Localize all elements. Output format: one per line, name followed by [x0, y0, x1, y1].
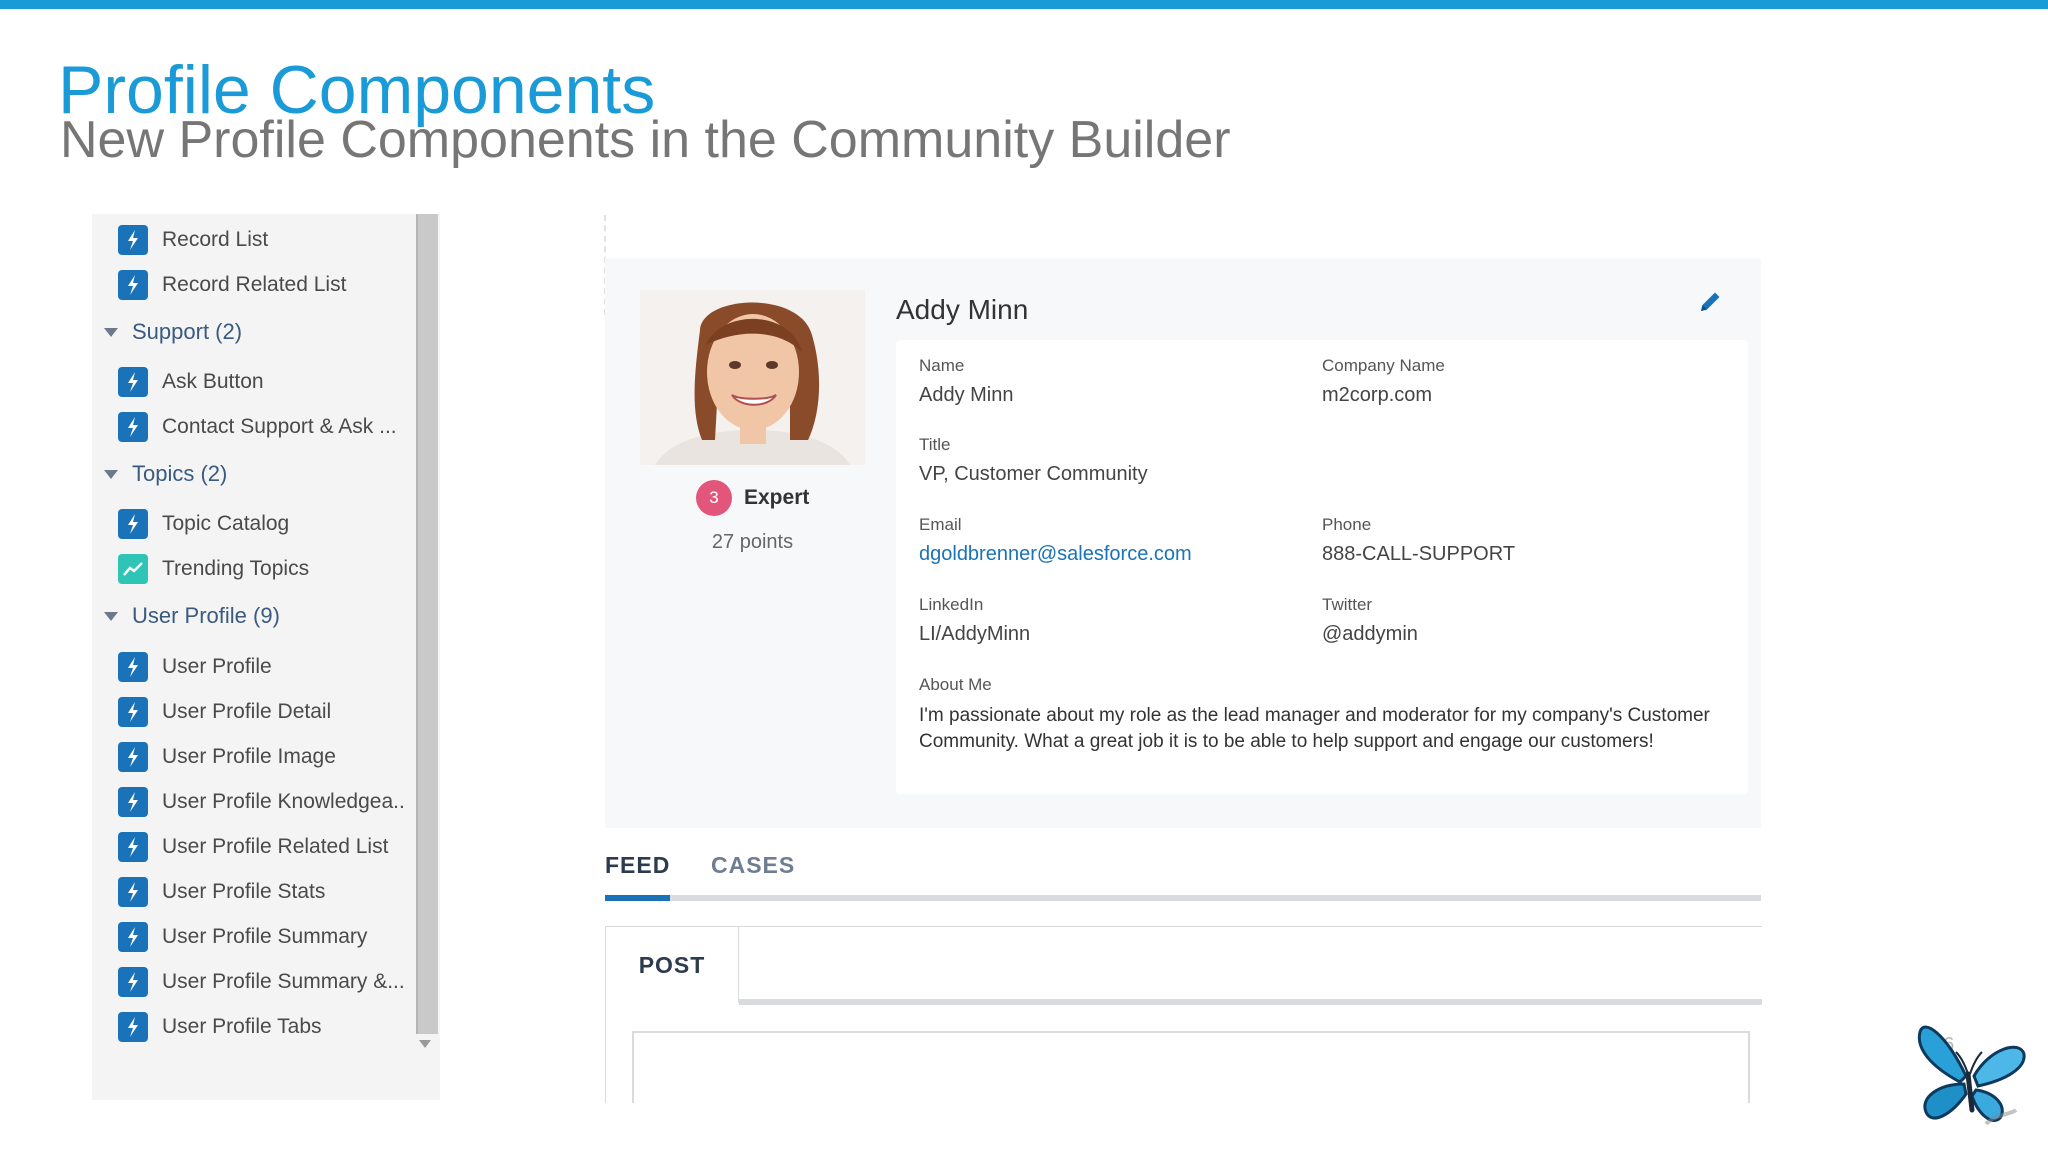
lightning-icon [118, 225, 148, 255]
sidebar-item-label: Topic Catalog [162, 512, 290, 535]
component-ask-button[interactable]: Ask Button [118, 366, 264, 398]
group-label: User Profile (9) [132, 603, 280, 628]
linkedin-label: LinkedIn [919, 595, 984, 614]
component-sidebar: Record List Record Related List Support … [92, 214, 440, 1100]
component-user-profile-summary-and[interactable]: User Profile Summary &... [118, 966, 405, 998]
reputation-badge: 3 Expert [696, 480, 809, 516]
component-user-profile-stats[interactable]: User Profile Stats [118, 876, 325, 908]
name-value: Addy Minn [919, 384, 1014, 406]
badge-level: 3 [696, 480, 732, 516]
reputation-points: 27 points [711, 531, 794, 553]
component-user-profile-detail[interactable]: User Profile Detail [118, 696, 331, 728]
twitter-label: Twitter [1322, 595, 1373, 614]
phone-label: Phone [1322, 515, 1372, 534]
linkedin-value: LI/AddyMinn [919, 623, 1031, 645]
tab-underline [605, 895, 1761, 901]
lightning-icon [118, 412, 148, 442]
chevron-down-icon [104, 469, 118, 479]
component-contact-support[interactable]: Contact Support & Ask ... [118, 411, 397, 443]
sidebar-item-label: User Profile Summary &... [162, 970, 405, 993]
sidebar-item-label: User Profile Tabs [162, 1015, 322, 1038]
component-record-list[interactable]: Record List [118, 224, 268, 256]
component-user-profile-knowledgeable[interactable]: User Profile Knowledgea.. [118, 786, 405, 818]
publisher: POST [605, 926, 1762, 1103]
post-input[interactable] [632, 1031, 1750, 1103]
component-trending-topics[interactable]: Trending Topics [118, 553, 309, 585]
component-user-profile-tabs[interactable]: User Profile Tabs [118, 1011, 322, 1043]
company-label: Company Name [1322, 356, 1445, 375]
component-topic-catalog[interactable]: Topic Catalog [118, 508, 289, 540]
company-value: m2corp.com [1322, 384, 1433, 406]
title-value: VP, Customer Community [919, 463, 1148, 485]
email-link[interactable]: dgoldbrenner@salesforce.com [919, 543, 1192, 566]
sidebar-item-label: Record Related List [162, 273, 347, 296]
lightning-icon [118, 922, 148, 952]
lightning-icon [118, 509, 148, 539]
profile-photo [640, 290, 865, 465]
slide-subtitle: New Profile Components in the Community … [60, 111, 1231, 169]
sidebar-item-label: Contact Support & Ask ... [162, 415, 397, 438]
lightning-icon [118, 270, 148, 300]
group-topics[interactable]: Topics (2) [102, 458, 227, 490]
sidebar-item-label: User Profile Detail [162, 700, 332, 723]
component-record-related-list[interactable]: Record Related List [118, 269, 346, 301]
component-user-profile-image[interactable]: User Profile Image [118, 741, 336, 773]
pencil-icon[interactable] [1696, 288, 1724, 316]
title-label: Title [919, 435, 951, 454]
component-user-profile[interactable]: User Profile [118, 651, 272, 683]
post-tab[interactable]: POST [606, 927, 739, 1003]
about-value: I'm passionate about my role as the lead… [919, 705, 1710, 752]
sidebar-scrollbar[interactable] [416, 214, 438, 1034]
lightning-icon [118, 787, 148, 817]
butterfly-logo [1916, 1014, 2028, 1130]
sidebar-item-label: User Profile Image [162, 745, 336, 768]
email-label: Email [919, 515, 962, 534]
name-label: Name [919, 356, 965, 375]
sidebar-item-label: Record List [162, 228, 269, 251]
group-label: Support (2) [132, 319, 243, 344]
lightning-icon [118, 1012, 148, 1042]
profile-name: Addy Minn [896, 294, 1029, 325]
sidebar-item-label: User Profile Knowledgea.. [162, 790, 405, 813]
sidebar-item-label: Ask Button [162, 370, 264, 393]
badge-label: Expert [744, 486, 810, 509]
sidebar-item-label: Trending Topics [162, 557, 310, 580]
sidebar-item-label: User Profile Stats [162, 880, 326, 903]
component-user-profile-summary[interactable]: User Profile Summary [118, 921, 367, 953]
lightning-icon [118, 652, 148, 682]
chevron-down-icon [104, 611, 118, 621]
scroll-down-arrow-icon[interactable] [419, 1040, 431, 1048]
sidebar-item-label: User Profile [162, 655, 272, 678]
about-label: About Me [919, 675, 992, 694]
tab-cases[interactable]: CASES [711, 852, 795, 879]
sidebar-item-label: User Profile Related List [162, 835, 389, 858]
publisher-tab-strip [739, 999, 1762, 1005]
twitter-value: @addymin [1322, 623, 1418, 645]
lightning-icon [118, 367, 148, 397]
lightning-icon [118, 877, 148, 907]
tab-feed[interactable]: FEED [605, 852, 670, 879]
chevron-down-icon [104, 327, 118, 337]
group-support[interactable]: Support (2) [102, 316, 242, 348]
sidebar-item-label: User Profile Summary [162, 925, 368, 948]
lightning-icon [118, 832, 148, 862]
top-accent-bar [0, 0, 2048, 9]
active-tab-indicator [605, 895, 670, 901]
lightning-icon [118, 967, 148, 997]
component-user-profile-related-list[interactable]: User Profile Related List [118, 831, 388, 863]
lightning-icon [118, 697, 148, 727]
group-label: Topics (2) [132, 461, 228, 486]
phone-value: 888-CALL-SUPPORT [1322, 543, 1516, 565]
lightning-icon [118, 742, 148, 772]
trending-chart-icon [118, 554, 148, 584]
group-user-profile[interactable]: User Profile (9) [102, 600, 280, 632]
